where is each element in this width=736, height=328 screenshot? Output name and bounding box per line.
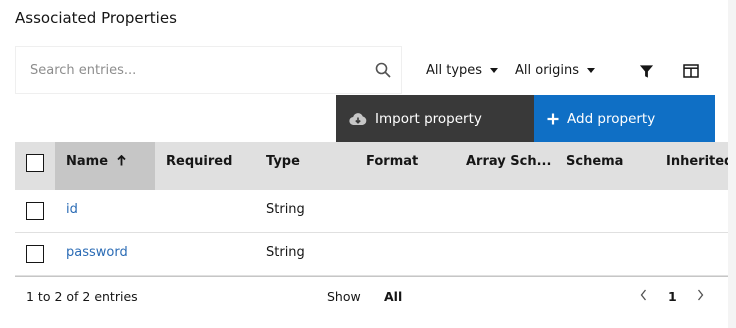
current-page[interactable]: 1 xyxy=(668,289,677,304)
property-name-link[interactable]: password xyxy=(66,245,128,260)
filter-icon xyxy=(639,64,653,78)
entries-summary: 1 to 2 of 2 entries xyxy=(26,289,138,304)
import-property-label: Import property xyxy=(375,110,482,127)
filter-button[interactable] xyxy=(634,59,658,83)
search-box[interactable] xyxy=(15,46,402,94)
column-header-format[interactable]: Format xyxy=(366,142,418,190)
panel-title: Associated Properties xyxy=(15,9,177,27)
types-dropdown-label: All types xyxy=(426,63,483,78)
caret-down-icon xyxy=(490,68,499,73)
plus-icon xyxy=(547,113,559,124)
column-header-required[interactable]: Required xyxy=(166,142,232,190)
column-header-name[interactable]: Name xyxy=(55,142,155,190)
chevron-left-icon[interactable] xyxy=(640,289,647,304)
column-header-inherited[interactable]: Inherited xyxy=(666,142,728,190)
caret-down-icon xyxy=(587,68,596,73)
column-header-array-schema[interactable]: Array Sch... xyxy=(466,142,551,190)
add-property-button[interactable]: Add property xyxy=(534,95,715,142)
property-type: String xyxy=(266,202,305,217)
row-checkbox[interactable] xyxy=(26,245,44,263)
search-icon[interactable] xyxy=(375,62,391,78)
cloud-download-icon xyxy=(349,112,367,125)
scrollbar-track[interactable] xyxy=(728,0,736,328)
arrow-up-icon xyxy=(116,154,126,166)
property-type: String xyxy=(266,245,305,260)
page-size-select[interactable]: All xyxy=(384,289,402,304)
columns-button[interactable] xyxy=(679,59,703,83)
add-property-label: Add property xyxy=(567,110,656,127)
table-row: password String xyxy=(15,233,728,276)
types-dropdown[interactable]: All types xyxy=(426,63,499,78)
columns-icon xyxy=(683,64,699,78)
origins-dropdown[interactable]: All origins xyxy=(515,63,596,78)
properties-panel: Associated Properties All types All orig… xyxy=(0,0,728,328)
row-checkbox[interactable] xyxy=(26,202,44,220)
origins-dropdown-label: All origins xyxy=(515,63,580,78)
select-all-checkbox[interactable] xyxy=(26,154,44,172)
property-name-link[interactable]: id xyxy=(66,202,78,217)
chevron-right-icon[interactable] xyxy=(697,289,704,304)
table-row: id String xyxy=(15,190,728,233)
column-header-type[interactable]: Type xyxy=(266,142,300,190)
import-property-button[interactable]: Import property xyxy=(336,95,534,142)
show-label: Show xyxy=(327,289,361,304)
table-header: Name Required Type Format Array Sch... S… xyxy=(15,142,728,190)
column-header-schema[interactable]: Schema xyxy=(566,142,623,190)
search-input[interactable] xyxy=(30,61,360,79)
pagination-bar: 1 to 2 of 2 entries Show All 1 xyxy=(15,276,728,316)
